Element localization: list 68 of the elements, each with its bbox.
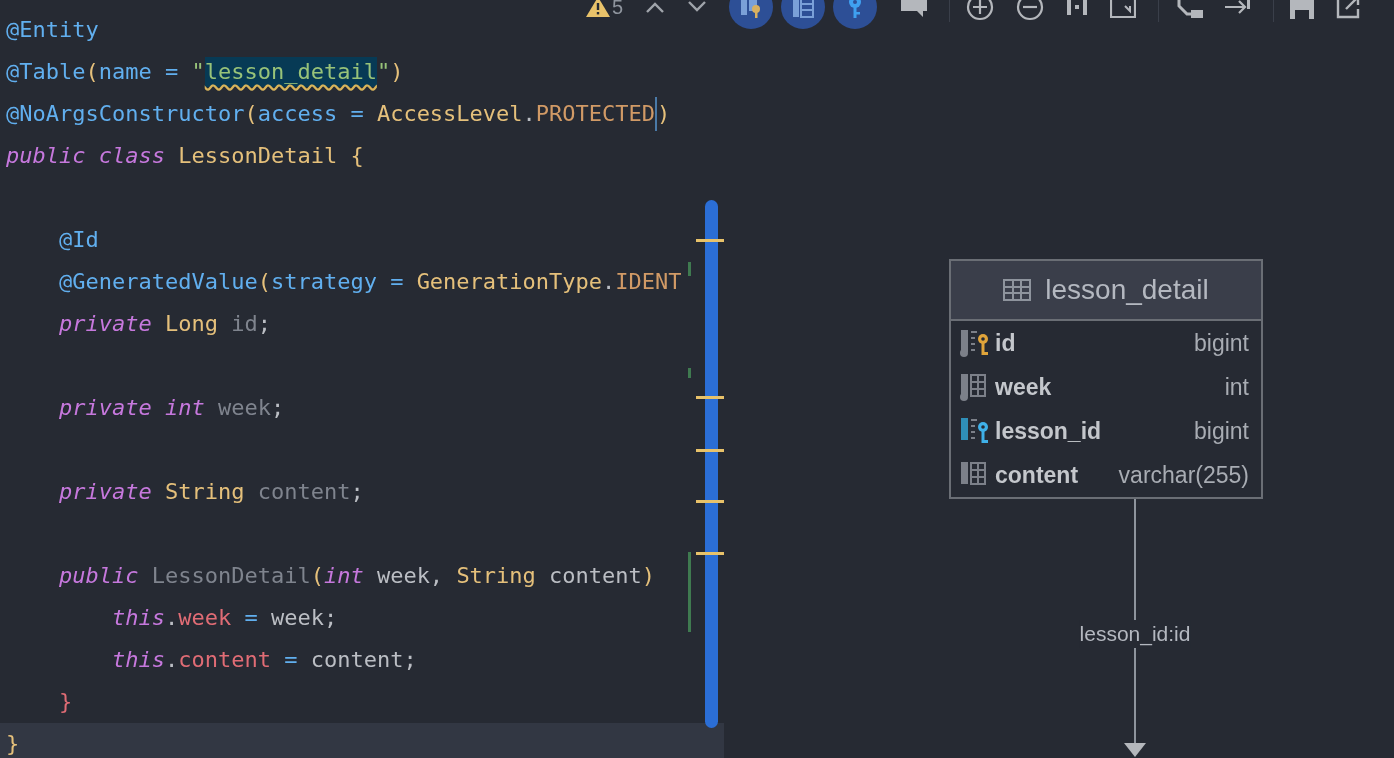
type-name: String (456, 562, 537, 590)
identifier-text: LessonDetail (151, 562, 311, 590)
code-text: . (522, 100, 536, 128)
code-text: week; (270, 604, 338, 632)
code-text: content (549, 562, 642, 590)
keyword-text: private int (57, 394, 206, 422)
identifier-text: week (217, 394, 271, 422)
keyword-text: int (323, 562, 365, 590)
column-name: id (995, 329, 1016, 357)
table-card[interactable]: lesson_detail id bigint week int lesson_id bigint content varchar(255) (949, 259, 1263, 499)
warning-count: 5 (612, 0, 624, 19)
code-text: ; (350, 478, 364, 506)
code-text: ; (270, 394, 285, 422)
type-name: LessonDetail (178, 142, 339, 170)
annotation-text: @GeneratedValue (57, 268, 258, 296)
bracket-text: } (57, 688, 73, 716)
bracket-text: ( (244, 100, 258, 128)
field-name: week (178, 604, 232, 632)
type-name: GenerationType (416, 268, 603, 296)
keyword-text: private (57, 310, 153, 338)
keyword-text: this (110, 646, 165, 674)
string-quote: " (191, 58, 205, 86)
identifier-text: content (257, 478, 351, 506)
bracket-text: } (6, 730, 20, 758)
bracket-text: { (350, 142, 364, 170)
operator-text: = (283, 646, 299, 674)
string-quote: " (376, 58, 391, 86)
table-name: lesson_detail (1045, 274, 1209, 306)
bracket-text: ( (310, 562, 324, 590)
bracket-text: ) (390, 58, 404, 86)
annotation-text: name = (98, 58, 180, 86)
type-name: AccessLevel (376, 100, 523, 128)
type-name: String (164, 478, 246, 506)
code-text: content; (310, 646, 417, 674)
code-text: ; (257, 310, 271, 338)
operator-text: = (243, 604, 259, 632)
keyword-text: public class (6, 142, 166, 170)
code-text: week, (376, 562, 445, 590)
code-text: . (164, 604, 179, 632)
constant-name: IDENT (615, 268, 682, 296)
annotation-text: @Entity (6, 16, 99, 44)
keyword-text: this (110, 604, 165, 632)
column-type: varchar(255) (1117, 461, 1249, 489)
annotation-text: @Id (57, 226, 99, 254)
annotation-text: @NoArgsConstructor (6, 100, 245, 128)
column-name: lesson_id (995, 417, 1102, 445)
column-name: week (995, 373, 1052, 401)
identifier-text: id (231, 310, 258, 338)
constant-name: PROTECTED (535, 100, 656, 128)
type-name: Long (164, 310, 219, 338)
annotation-text: access = (257, 100, 365, 128)
code-text: . (164, 646, 179, 674)
column-name: content (995, 461, 1079, 489)
column-type: int (1223, 373, 1249, 401)
string-literal: lesson_detail (204, 57, 377, 87)
bracket-text: ) (657, 100, 671, 128)
relation-label: lesson_id:id (1079, 620, 1191, 648)
bracket-text: ( (85, 58, 99, 86)
field-name: content (178, 646, 271, 674)
annotation-text: @Table (6, 58, 86, 86)
keyword-text: public (57, 562, 140, 590)
keyword-text: private (57, 478, 153, 506)
bracket-text: ( (257, 268, 271, 296)
annotation-text: strategy = (270, 268, 405, 296)
column-type: bigint (1193, 417, 1249, 445)
bracket-text: ) (641, 562, 656, 590)
code-text: . (602, 268, 616, 296)
column-type: bigint (1193, 329, 1249, 357)
